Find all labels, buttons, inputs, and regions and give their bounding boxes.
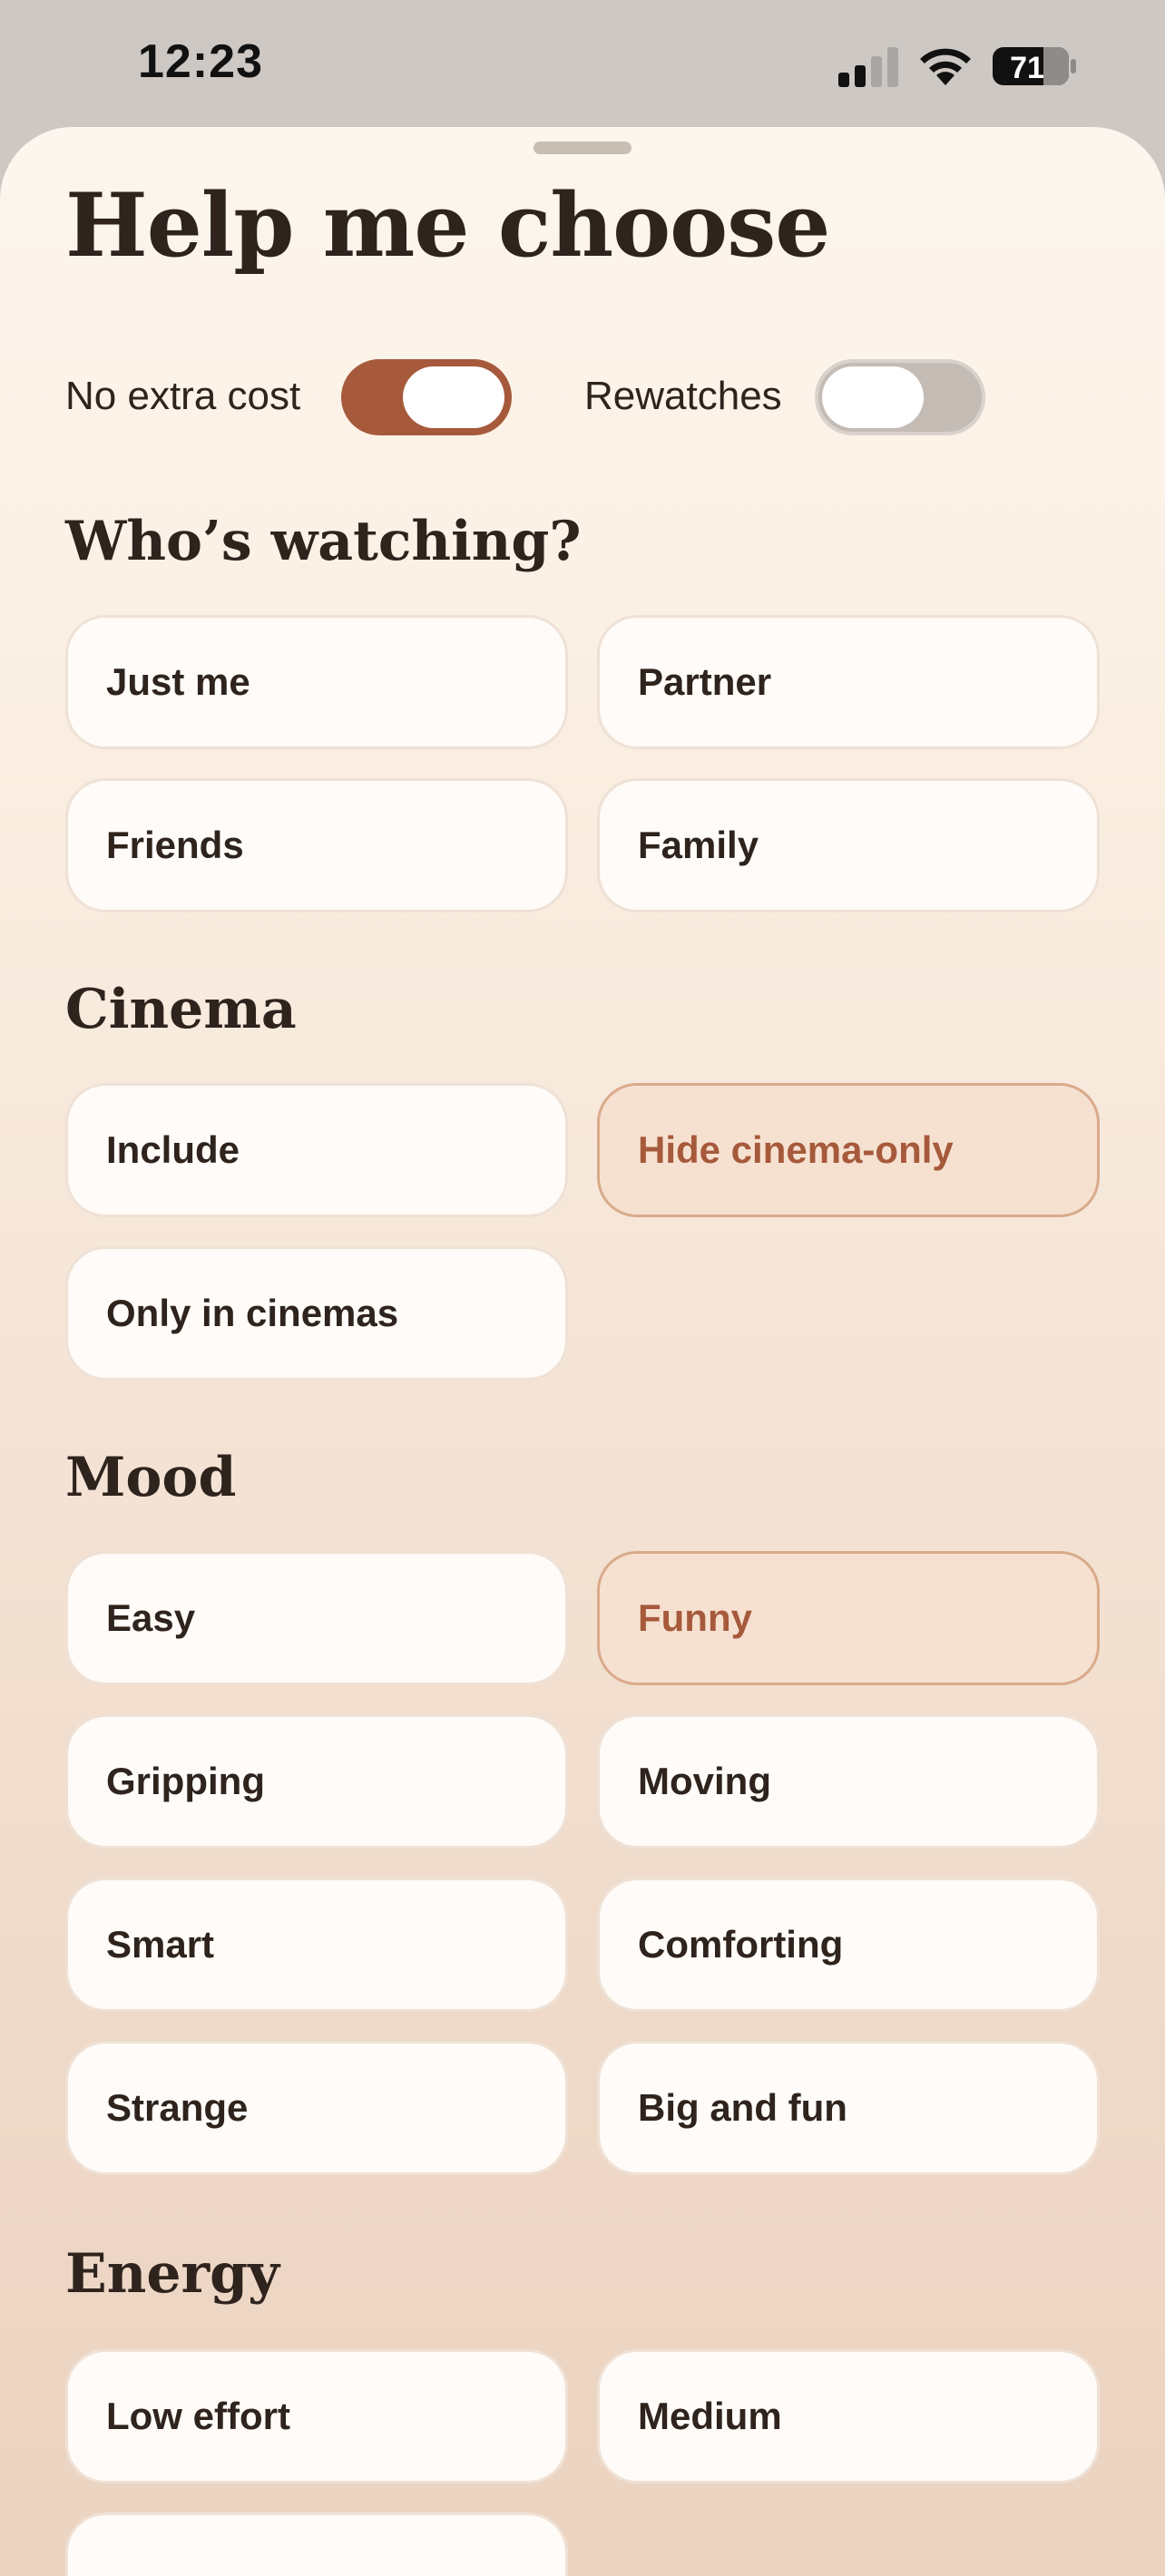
option-big-and-fun[interactable]: Big and fun bbox=[597, 2041, 1100, 2175]
option-gripping[interactable]: Gripping bbox=[65, 1714, 568, 1849]
option-easy[interactable]: Easy bbox=[65, 1551, 568, 1685]
battery-icon: 71 bbox=[993, 47, 1076, 85]
rewatches-toggle[interactable] bbox=[815, 359, 985, 435]
sheet-grabber[interactable] bbox=[534, 141, 631, 154]
toggle-knob bbox=[822, 366, 924, 428]
option-moving[interactable]: Moving bbox=[597, 1714, 1100, 1849]
rewatches-label: Rewatches bbox=[584, 374, 782, 418]
status-time: 12:23 bbox=[138, 35, 263, 88]
sheet-title: Help me choose bbox=[65, 174, 830, 277]
option-only-in-cinemas[interactable]: Only in cinemas bbox=[65, 1246, 568, 1381]
help-me-choose-sheet: Help me choose No extra cost Rewatches W… bbox=[0, 127, 1165, 2576]
option-funny[interactable]: Funny bbox=[597, 1551, 1100, 1685]
option-just-me[interactable]: Just me bbox=[65, 615, 568, 749]
option-low-effort[interactable]: Low effort bbox=[65, 2349, 568, 2483]
option-partner[interactable]: Partner bbox=[597, 615, 1100, 749]
wifi-icon bbox=[920, 48, 971, 85]
option-friends[interactable]: Friends bbox=[65, 778, 568, 912]
toggle-knob bbox=[403, 366, 504, 428]
cellular-signal-icon bbox=[838, 47, 898, 87]
option-strange[interactable]: Strange bbox=[65, 2041, 568, 2175]
no-extra-cost-label: No extra cost bbox=[65, 374, 301, 418]
section-title-whos-watching: Who’s watching? bbox=[65, 510, 582, 573]
option-medium[interactable]: Medium bbox=[597, 2349, 1100, 2483]
option-partially-visible[interactable] bbox=[65, 2513, 568, 2576]
section-title-cinema: Cinema bbox=[65, 978, 297, 1041]
option-smart[interactable]: Smart bbox=[65, 1878, 568, 2012]
option-comforting[interactable]: Comforting bbox=[597, 1878, 1100, 2012]
battery-level: 71 bbox=[1010, 51, 1044, 85]
option-hide-cinema-only[interactable]: Hide cinema-only bbox=[597, 1083, 1100, 1217]
section-title-energy: Energy bbox=[65, 2242, 279, 2306]
section-title-mood: Mood bbox=[65, 1446, 237, 1509]
option-include[interactable]: Include bbox=[65, 1083, 568, 1217]
no-extra-cost-toggle[interactable] bbox=[341, 359, 512, 435]
status-bar: 12:23 71 bbox=[0, 0, 1165, 129]
option-family[interactable]: Family bbox=[597, 778, 1100, 912]
